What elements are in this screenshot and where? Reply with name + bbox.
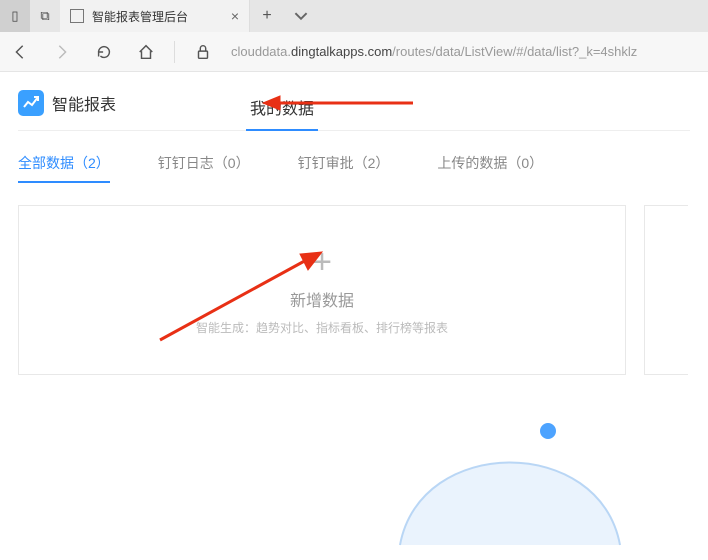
brand-logo-icon [18,90,44,116]
divider [174,41,175,63]
plus-icon: + [312,245,332,279]
decorative-chart-bubble [380,375,640,560]
page-content: 智能报表 我的数据 全部数据（2） 钉钉日志（0） 钉钉审批（2） 上传的数据（… [0,72,708,375]
subtab-uploaded-data[interactable]: 上传的数据（0） [437,153,543,183]
url-host: dingtalkapps.com [291,44,392,59]
refresh-button[interactable] [90,38,118,66]
home-button[interactable] [132,38,160,66]
subtab-all-data[interactable]: 全部数据（2） [18,153,110,183]
browser-titlebar: ▯ ⧉ 智能报表管理后台 × + [0,0,708,32]
window-layout-button[interactable]: ▯ [0,0,30,32]
header-row: 智能报表 我的数据 [18,88,690,131]
browser-address-bar: clouddata.dingtalkapps.com/routes/data/L… [0,32,708,72]
back-button[interactable] [6,38,34,66]
url-prefix: clouddata. [231,44,291,59]
url-path: /routes/data/ListView/#/data/list?_k=4sh… [392,44,637,59]
close-tab-icon[interactable]: × [231,8,239,24]
card-row: + 新增数据 智能生成：趋势对比、指标看板、排行榜等报表 [18,205,690,375]
add-data-card[interactable]: + 新增数据 智能生成：趋势对比、指标看板、排行榜等报表 [18,205,626,375]
add-card-subtitle: 智能生成：趋势对比、指标看板、排行榜等报表 [196,319,448,336]
add-card-title: 新增数据 [290,287,354,311]
nav-tab-my-data[interactable]: 我的数据 [246,89,318,131]
subtabs: 全部数据（2） 钉钉日志（0） 钉钉审批（2） 上传的数据（0） [18,131,690,193]
new-tab-button[interactable]: + [250,0,284,32]
subtab-dingtalk-approval[interactable]: 钉钉审批（2） [298,153,390,183]
subtab-dingtalk-log[interactable]: 钉钉日志（0） [158,153,250,183]
page-icon [70,9,84,23]
brand[interactable]: 智能报表 [18,90,116,128]
forward-button[interactable] [48,38,76,66]
next-card-peek[interactable] [644,205,688,375]
recent-tabs-button[interactable]: ⧉ [30,0,60,32]
browser-tab[interactable]: 智能报表管理后台 × [60,0,250,32]
url-field[interactable]: clouddata.dingtalkapps.com/routes/data/L… [231,44,702,59]
lock-icon [189,38,217,66]
tabs-more-button[interactable] [284,0,318,32]
tab-title: 智能报表管理后台 [92,8,188,25]
brand-name: 智能报表 [52,91,116,115]
